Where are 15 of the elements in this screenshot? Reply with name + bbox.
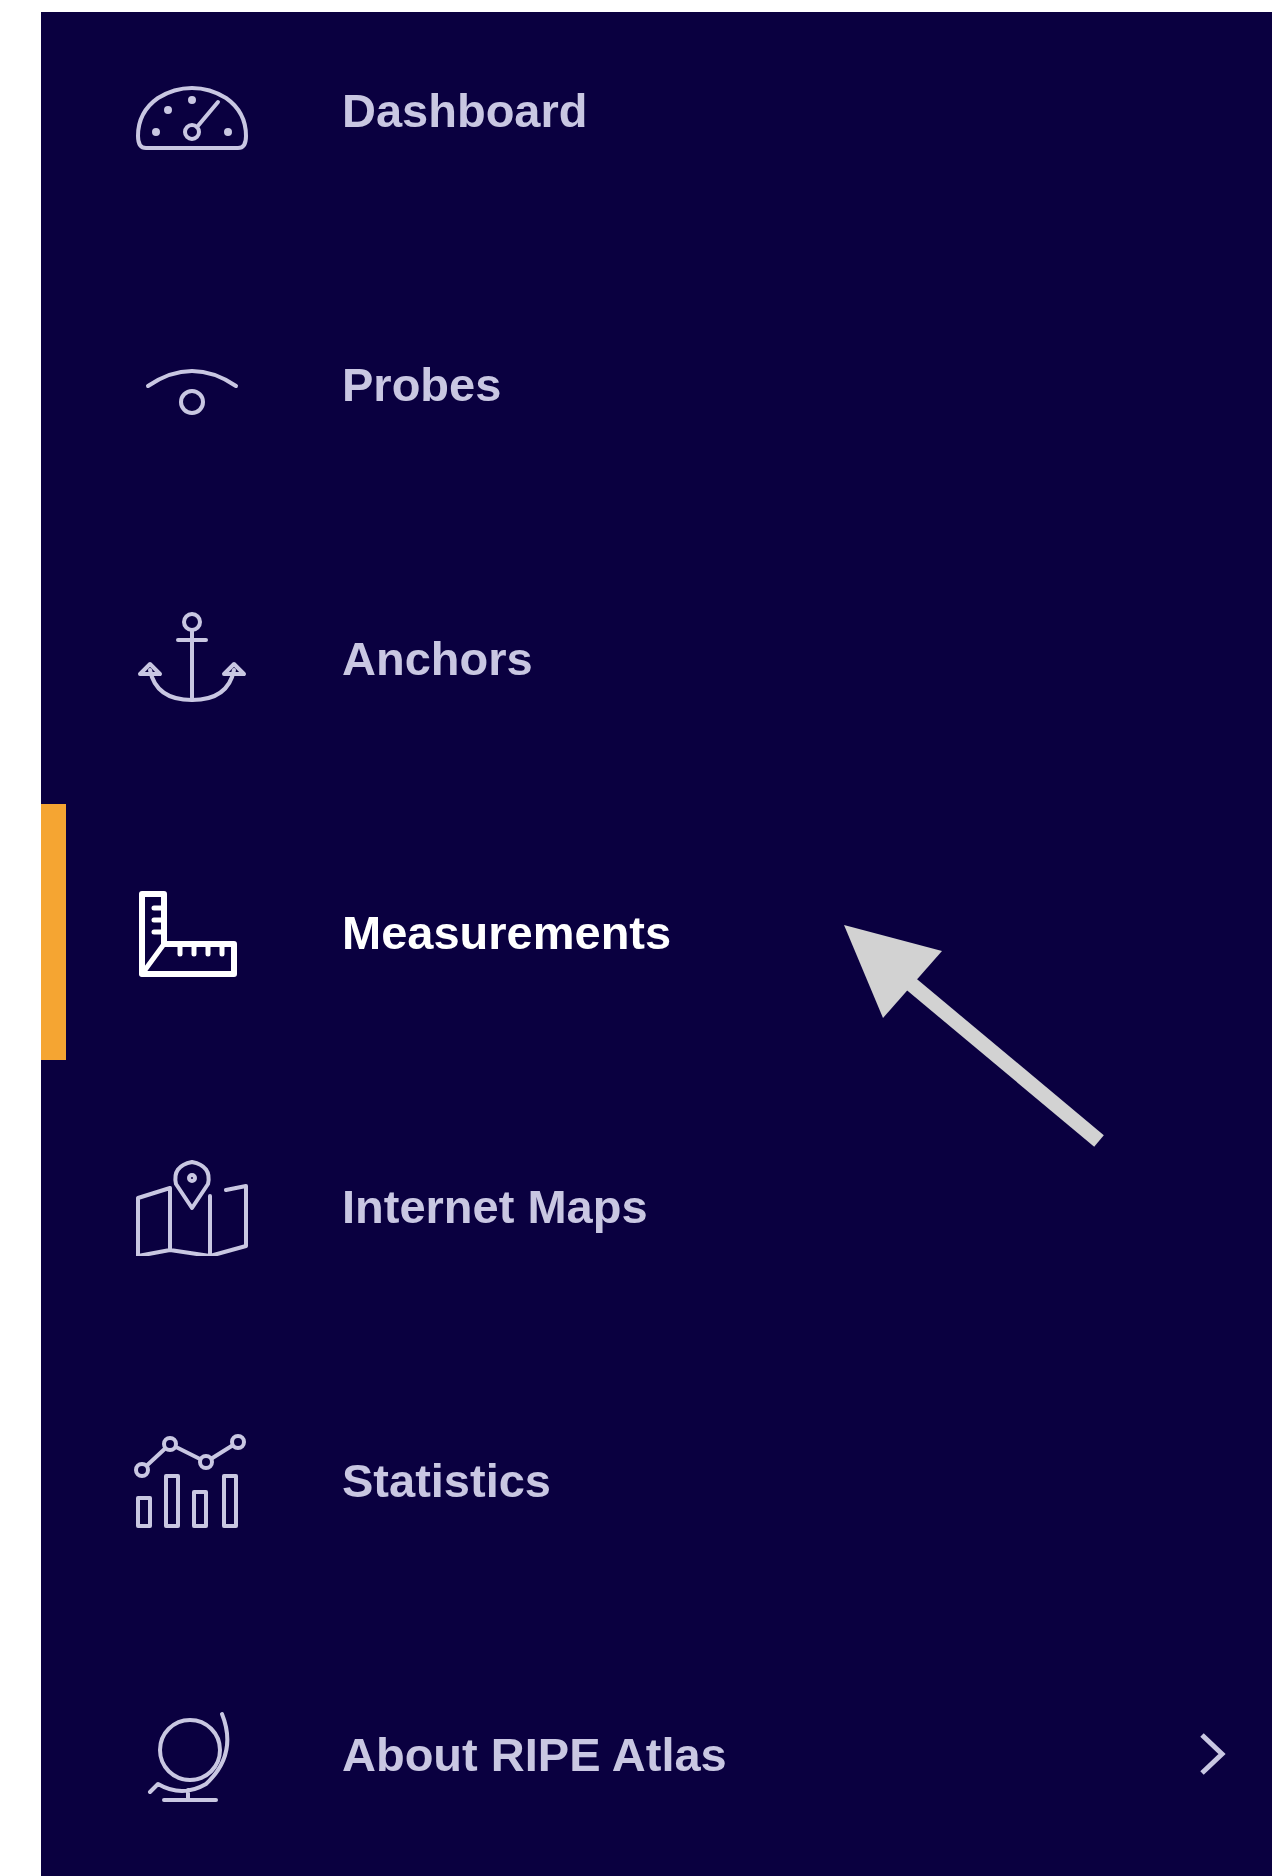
menu-label: Statistics [342, 1452, 551, 1508]
sidebar-item[interactable]: Internet Maps [41, 1078, 821, 1334]
sidebar-item[interactable]: Anchors [41, 530, 821, 786]
sidebar-item[interactable]: Probes [41, 256, 821, 512]
menu-label: Probes [342, 356, 502, 412]
menu-label: Dashboard [342, 82, 588, 138]
sidebar-item[interactable]: Measurements [41, 804, 821, 1060]
chevron-right-icon [1198, 1731, 1228, 1777]
menu-label: Measurements [342, 904, 672, 960]
sidebar-item[interactable]: About RIPE Atlas [41, 1626, 1272, 1876]
menu-label: Internet Maps [342, 1178, 648, 1234]
menu-label: Anchors [342, 630, 533, 686]
sidebar-item[interactable]: Dashboard [41, 12, 821, 238]
sidebar-item[interactable]: Statistics [41, 1352, 821, 1608]
menu-label: About RIPE Atlas [342, 1726, 727, 1782]
